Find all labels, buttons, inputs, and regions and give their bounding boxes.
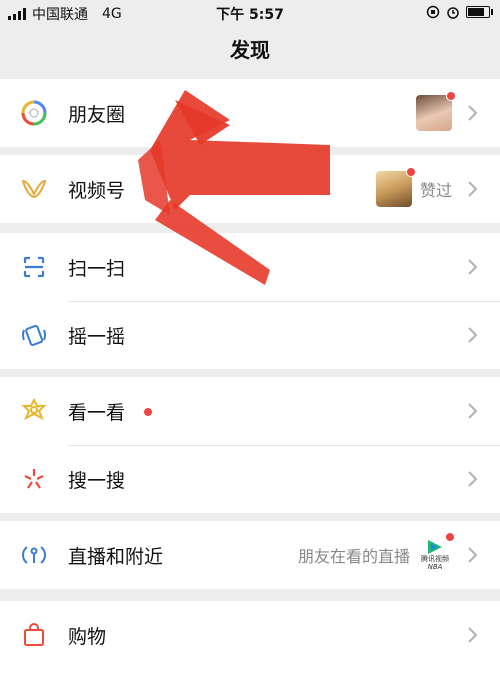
search-label: 搜一搜 xyxy=(68,469,126,492)
group-tools: 扫一扫 摇一摇 xyxy=(0,233,500,369)
moments-icon xyxy=(20,99,48,127)
chevron-right-icon xyxy=(468,327,478,343)
search-icon xyxy=(20,465,48,493)
top-stories-label: 看一看 xyxy=(68,401,126,424)
badge-sub: NBA xyxy=(427,563,443,571)
live-nearby-label: 直播和附近 xyxy=(68,545,164,568)
new-dot xyxy=(444,531,456,543)
shopping-row[interactable]: 购物 xyxy=(0,601,500,669)
new-dot xyxy=(405,167,416,177)
tencent-video-badge: 腾讯视频 NBA xyxy=(418,531,456,573)
channels-icon xyxy=(20,175,48,203)
friend-avatar-thumb xyxy=(416,91,456,131)
group-shopping: 购物 xyxy=(0,601,500,680)
clock: 下午 5:57 xyxy=(216,7,284,23)
group-live: 直播和附近 朋友在看的直播 腾讯视频 NBA xyxy=(0,521,500,589)
new-dot xyxy=(446,91,456,101)
new-dot xyxy=(143,407,153,417)
chevron-right-icon xyxy=(468,259,478,275)
live-nearby-extra: 朋友在看的直播 腾讯视频 NBA xyxy=(297,531,456,573)
scan-row[interactable]: 扫一扫 xyxy=(0,233,500,301)
moments-row[interactable]: 朋友圈 xyxy=(0,79,500,147)
shake-label: 摇一摇 xyxy=(68,325,126,348)
chevron-right-icon xyxy=(468,181,478,197)
live-nearby-icon xyxy=(20,541,48,569)
moments-label: 朋友圈 xyxy=(68,103,126,126)
live-nearby-row[interactable]: 直播和附近 朋友在看的直播 腾讯视频 NBA xyxy=(0,521,500,589)
orientation-lock-icon xyxy=(426,5,440,19)
chevron-right-icon xyxy=(468,547,478,563)
group-discover: 看一看 搜一搜 xyxy=(0,377,500,513)
shake-icon xyxy=(20,321,48,349)
liked-text: 赞过 xyxy=(419,181,452,200)
top-stories-icon xyxy=(20,397,48,425)
channel-video-thumb xyxy=(375,167,416,207)
alarm-icon xyxy=(447,7,459,19)
scan-label: 扫一扫 xyxy=(68,257,126,280)
status-bar: 中国联通 4G 下午 5:57 xyxy=(0,0,500,26)
group-channels: 视频号 赞过 xyxy=(0,155,500,223)
page-title: 发现 xyxy=(230,38,270,62)
tencent-video-logo-icon xyxy=(428,540,442,554)
top-stories-row[interactable]: 看一看 xyxy=(0,377,500,445)
shopping-icon xyxy=(20,621,48,649)
chevron-right-icon xyxy=(468,403,478,419)
channels-extra: 赞过 xyxy=(375,167,452,207)
channels-row[interactable]: 视频号 赞过 xyxy=(0,155,500,223)
search-row[interactable]: 搜一搜 xyxy=(0,445,500,513)
group-social: 朋友圈 xyxy=(0,79,500,147)
shake-row[interactable]: 摇一摇 xyxy=(0,301,500,369)
chevron-right-icon xyxy=(468,471,478,487)
channels-label: 视频号 xyxy=(68,179,126,202)
scan-icon xyxy=(20,253,48,281)
battery-icon xyxy=(466,6,493,18)
shopping-label: 购物 xyxy=(68,625,107,648)
chevron-right-icon xyxy=(468,105,478,121)
chevron-right-icon xyxy=(468,627,478,643)
friends-watching-text: 朋友在看的直播 xyxy=(297,547,410,566)
moments-extra xyxy=(416,91,456,131)
badge-text: 腾讯视频 xyxy=(421,555,449,563)
